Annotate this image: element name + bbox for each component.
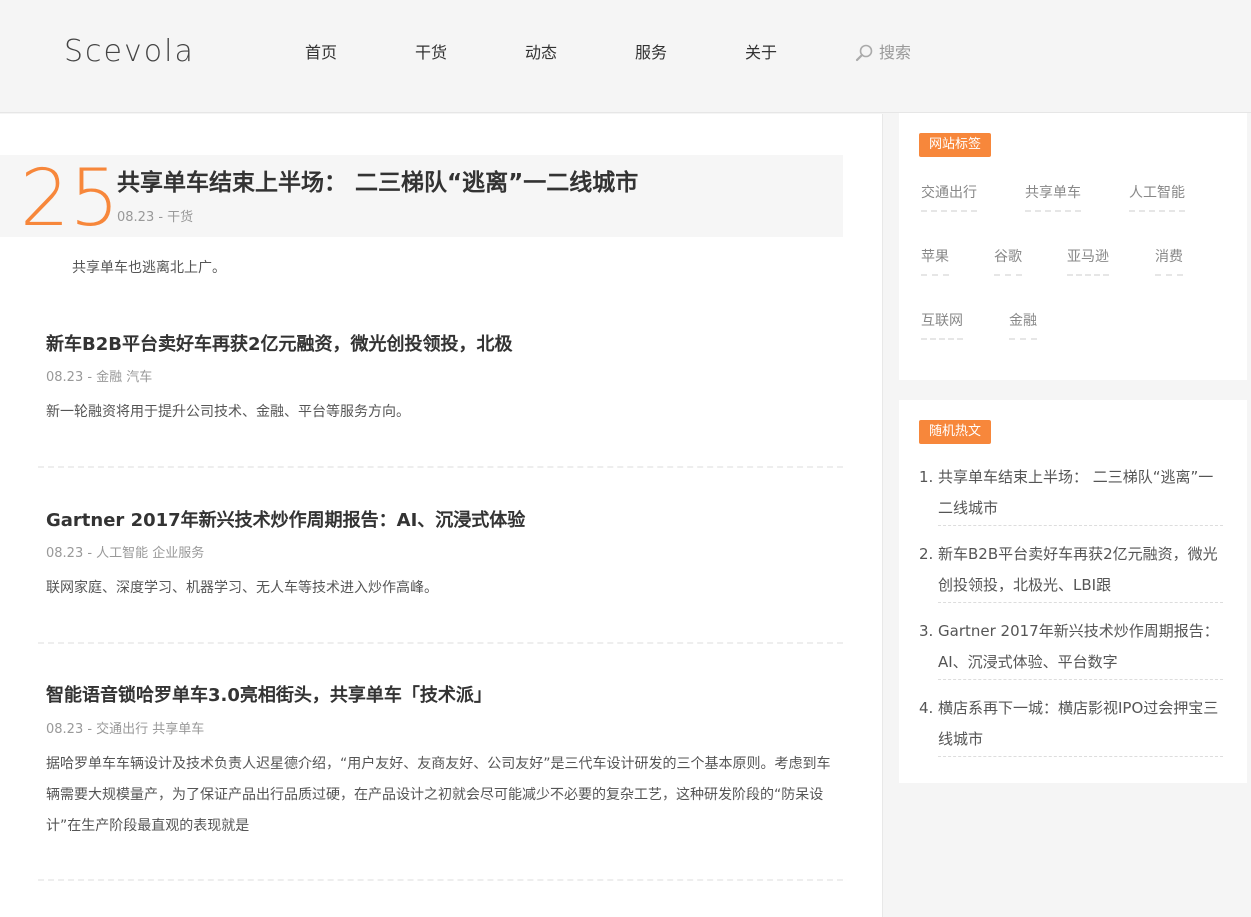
hot-posts-list: 1. 共享单车结束上半场： 二三梯队“逃离”一二线城市 2. 新车B2B平台卖好…	[919, 462, 1223, 770]
tag-link[interactable]: 共享单车	[1025, 182, 1081, 212]
search-icon	[855, 44, 873, 62]
hot-post-number: 2.	[919, 545, 934, 563]
featured-post-title[interactable]: 共享单车结束上半场： 二三梯队“逃离”一二线城市	[117, 166, 638, 200]
hot-post-link[interactable]: 共享单车结束上半场： 二三梯队“逃离”一二线城市	[938, 462, 1223, 526]
tags-widget: 网站标签 交通出行 共享单车 人工智能 苹果 谷歌 亚马逊 消费 互联网 金融	[899, 113, 1247, 380]
post-meta: 08.23 - 人工智能 企业服务	[46, 546, 205, 561]
nav-home[interactable]: 首页	[266, 40, 376, 66]
tag-link[interactable]: 谷歌	[994, 246, 1022, 276]
featured-post-day: 25	[20, 154, 120, 244]
post-item: Gartner 2017年新兴技术炒作周期报告：AI、沉浸式体验 08.23 -…	[38, 496, 843, 644]
post-item: 智能语音锁哈罗单车3.0亮相街头，共享单车「技术派」 08.23 - 交通出行 …	[38, 672, 843, 881]
hot-posts-widget: 随机热文 1. 共享单车结束上半场： 二三梯队“逃离”一二线城市 2. 新车B2…	[899, 400, 1247, 783]
nav-dry-goods[interactable]: 干货	[376, 40, 486, 66]
post-item: 新车B2B平台卖好车再获2亿元融资，微光创投领投，北极 08.23 - 金融 汽…	[38, 320, 843, 468]
featured-post-excerpt: 共享单车也逃离北上广。	[72, 260, 226, 276]
post-excerpt: 联网家庭、深度学习、机器学习、无人车等技术进入炒作高峰。	[46, 580, 438, 596]
post-title[interactable]: 新车B2B平台卖好车再获2亿元融资，微光创投领投，北极	[46, 332, 513, 358]
hot-post-number: 3.	[919, 622, 934, 640]
tag-link[interactable]: 苹果	[921, 246, 949, 276]
post-excerpt: 新一轮融资将用于提升公司技术、金融、平台等服务方向。	[46, 404, 410, 420]
tag-link[interactable]: 人工智能	[1129, 182, 1185, 212]
hot-post-item: 4. 横店系再下一城：横店影视IPO过会押宝三线城市	[919, 693, 1223, 757]
search-label: 搜索	[879, 43, 912, 62]
tags-widget-title: 网站标签	[919, 133, 992, 157]
tag-link[interactable]: 消费	[1155, 246, 1183, 276]
post-meta: 08.23 - 金融 汽车	[46, 370, 153, 385]
nav-about[interactable]: 关于	[706, 40, 816, 66]
hot-post-link[interactable]: 横店系再下一城：横店影视IPO过会押宝三线城市	[938, 693, 1223, 757]
hot-post-link[interactable]: Gartner 2017年新兴技术炒作周期报告：AI、沉浸式体验、平台数字	[938, 616, 1223, 680]
post-list: 25 共享单车结束上半场： 二三梯队“逃离”一二线城市 08.23 - 干货 共…	[0, 114, 883, 917]
post-meta: 08.23 - 交通出行 共享单车	[46, 722, 205, 737]
header: Scevola 首页 干货 动态 服务 关于 搜索	[0, 0, 1251, 113]
tag-link[interactable]: 互联网	[921, 310, 963, 340]
hot-post-number: 4.	[919, 699, 934, 717]
nav-services[interactable]: 服务	[596, 40, 706, 66]
post-title[interactable]: 智能语音锁哈罗单车3.0亮相街头，共享单车「技术派」	[46, 683, 492, 709]
main-nav: 首页 干货 动态 服务 关于	[266, 40, 816, 66]
tag-link[interactable]: 金融	[1009, 310, 1037, 340]
tag-link[interactable]: 交通出行	[921, 182, 977, 212]
search-button[interactable]: 搜索	[854, 40, 911, 66]
hot-post-item: 1. 共享单车结束上半场： 二三梯队“逃离”一二线城市	[919, 462, 1223, 526]
tag-link[interactable]: 亚马逊	[1067, 246, 1109, 276]
site-logo[interactable]: Scevola	[64, 34, 195, 69]
nav-news[interactable]: 动态	[486, 40, 596, 66]
post-excerpt: 据哈罗单车车辆设计及技术负责人迟星德介绍，“用户友好、友商友好、公司友好”是三代…	[46, 756, 831, 834]
hot-post-link[interactable]: 新车B2B平台卖好车再获2亿元融资，微光创投领投，北极光、LBI跟	[938, 539, 1223, 603]
hot-post-item: 2. 新车B2B平台卖好车再获2亿元融资，微光创投领投，北极光、LBI跟	[919, 539, 1223, 603]
featured-post-meta: 08.23 - 干货	[117, 210, 194, 225]
post-title[interactable]: Gartner 2017年新兴技术炒作周期报告：AI、沉浸式体验	[46, 508, 525, 534]
hot-post-number: 1.	[919, 468, 934, 486]
hot-posts-widget-title: 随机热文	[919, 420, 992, 444]
hot-post-item: 3. Gartner 2017年新兴技术炒作周期报告：AI、沉浸式体验、平台数字	[919, 616, 1223, 680]
